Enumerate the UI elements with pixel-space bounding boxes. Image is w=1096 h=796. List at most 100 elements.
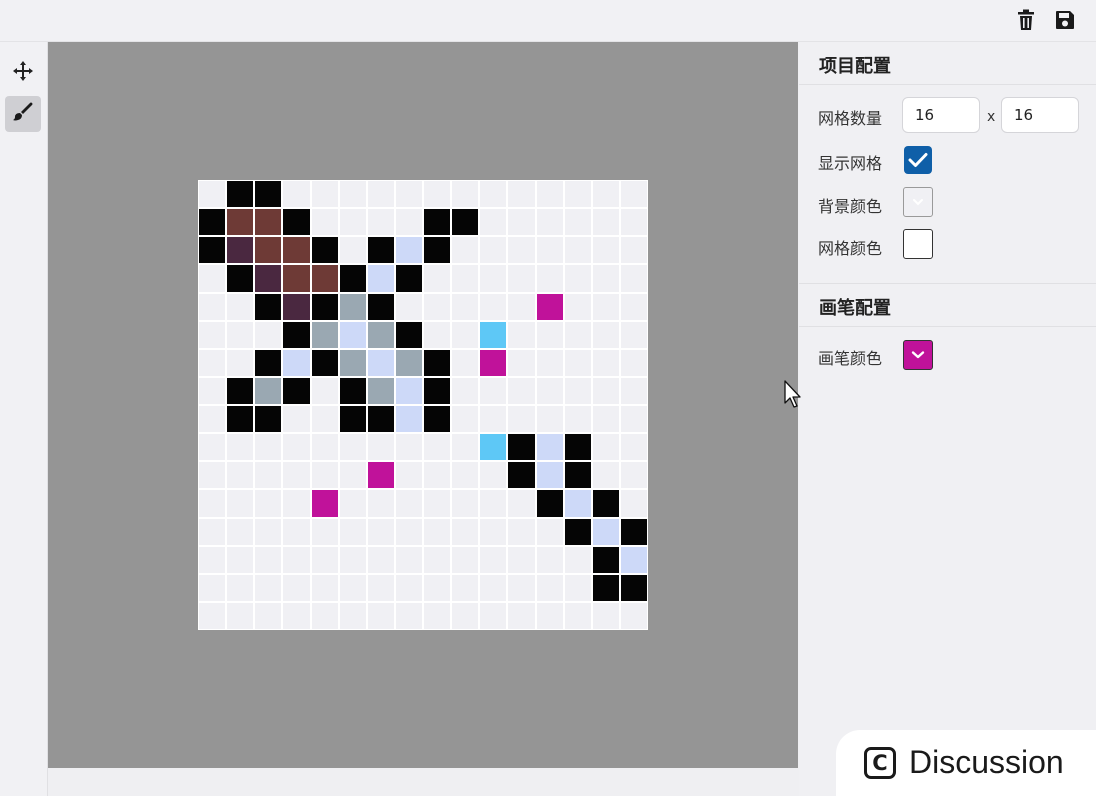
pixel-cell[interactable] [451,208,480,237]
pixel-cell[interactable] [366,433,395,462]
pixel-cell[interactable] [507,545,536,574]
pixel-cell[interactable] [507,348,536,377]
pixel-cell[interactable] [282,601,311,630]
pixel-cell[interactable] [563,292,592,321]
pixel-cell[interactable] [198,517,227,546]
pixel-cell[interactable] [310,489,339,518]
pixel-cell[interactable] [366,320,395,349]
pixel-cell[interactable] [563,573,592,602]
pixel-cell[interactable] [226,601,255,630]
pixel-cell[interactable] [226,433,255,462]
pixel-cell[interactable] [366,348,395,377]
pixel-cell[interactable] [619,320,648,349]
pixel-cell[interactable] [535,376,564,405]
pixel-cell[interactable] [479,292,508,321]
pixel-cell[interactable] [591,433,620,462]
pixel-cell[interactable] [310,545,339,574]
pixel-cell[interactable] [563,545,592,574]
pixel-cell[interactable] [619,236,648,265]
pixel-cell[interactable] [254,433,283,462]
pixel-cell[interactable] [619,208,648,237]
pixel-cell[interactable] [507,320,536,349]
pixel-cell[interactable] [366,208,395,237]
pixel-cell[interactable] [226,517,255,546]
pixel-cell[interactable] [479,264,508,293]
pixel-cell[interactable] [507,517,536,546]
grid-color-swatch[interactable] [903,229,933,259]
pixel-cell[interactable] [310,348,339,377]
pixel-cell[interactable] [198,376,227,405]
pixel-cell[interactable] [226,236,255,265]
pixel-cell[interactable] [254,236,283,265]
pixel-cell[interactable] [535,601,564,630]
pixel-cell[interactable] [198,489,227,518]
pixel-cell[interactable] [366,461,395,490]
pixel-cell[interactable] [282,180,311,209]
trash-icon[interactable] [1014,8,1038,32]
pixel-cell[interactable] [563,348,592,377]
pixel-cell[interactable] [226,320,255,349]
pixel-cell[interactable] [310,376,339,405]
pixel-cell[interactable] [619,180,648,209]
pixel-cell[interactable] [198,208,227,237]
pixel-cell[interactable] [591,208,620,237]
pixel-cell[interactable] [198,236,227,265]
pixel-cell[interactable] [254,376,283,405]
pixel-cell[interactable] [479,405,508,434]
pixel-cell[interactable] [507,461,536,490]
pixel-cell[interactable] [310,320,339,349]
pixel-cell[interactable] [310,405,339,434]
discussion-button[interactable]: C Discussion [836,730,1096,796]
pixel-cell[interactable] [310,236,339,265]
pixel-cell[interactable] [563,517,592,546]
pixel-cell[interactable] [198,573,227,602]
brush-tool-button[interactable] [5,96,41,132]
pixel-cell[interactable] [507,489,536,518]
pixel-cell[interactable] [338,180,367,209]
pixel-cell[interactable] [254,517,283,546]
pixel-cell[interactable] [451,376,480,405]
pixel-cell[interactable] [591,320,620,349]
pixel-cell[interactable] [591,348,620,377]
pixel-cell[interactable] [198,545,227,574]
pixel-cell[interactable] [366,517,395,546]
pixel-cell[interactable] [254,545,283,574]
pixel-cell[interactable] [423,264,452,293]
pixel-cell[interactable] [479,517,508,546]
pixel-cell[interactable] [338,461,367,490]
pixel-cell[interactable] [451,320,480,349]
pixel-cell[interactable] [366,545,395,574]
pixel-cell[interactable] [226,208,255,237]
background-color-swatch[interactable] [903,187,933,217]
pixel-cell[interactable] [563,376,592,405]
pixel-cell[interactable] [310,461,339,490]
pixel-cell[interactable] [198,461,227,490]
pixel-cell[interactable] [423,348,452,377]
pixel-cell[interactable] [226,489,255,518]
pixel-cell[interactable] [198,320,227,349]
pixel-cell[interactable] [282,264,311,293]
pixel-cell[interactable] [394,376,423,405]
pixel-cell[interactable] [310,433,339,462]
pixel-cell[interactable] [338,236,367,265]
pixel-cell[interactable] [619,292,648,321]
pixel-cell[interactable] [310,601,339,630]
pixel-cell[interactable] [451,517,480,546]
pixel-cell[interactable] [563,208,592,237]
pixel-cell[interactable] [338,320,367,349]
pixel-cell[interactable] [619,461,648,490]
pixel-cell[interactable] [619,376,648,405]
pixel-cell[interactable] [282,433,311,462]
pixel-cell[interactable] [338,348,367,377]
pixel-cell[interactable] [226,405,255,434]
pixel-cell[interactable] [226,348,255,377]
pixel-cell[interactable] [423,573,452,602]
pixel-cell[interactable] [535,348,564,377]
pixel-cell[interactable] [338,405,367,434]
pixel-cell[interactable] [423,320,452,349]
pixel-cell[interactable] [451,236,480,265]
pixel-cell[interactable] [282,376,311,405]
pixel-cell[interactable] [479,545,508,574]
pixel-cell[interactable] [479,208,508,237]
pixel-cell[interactable] [366,376,395,405]
